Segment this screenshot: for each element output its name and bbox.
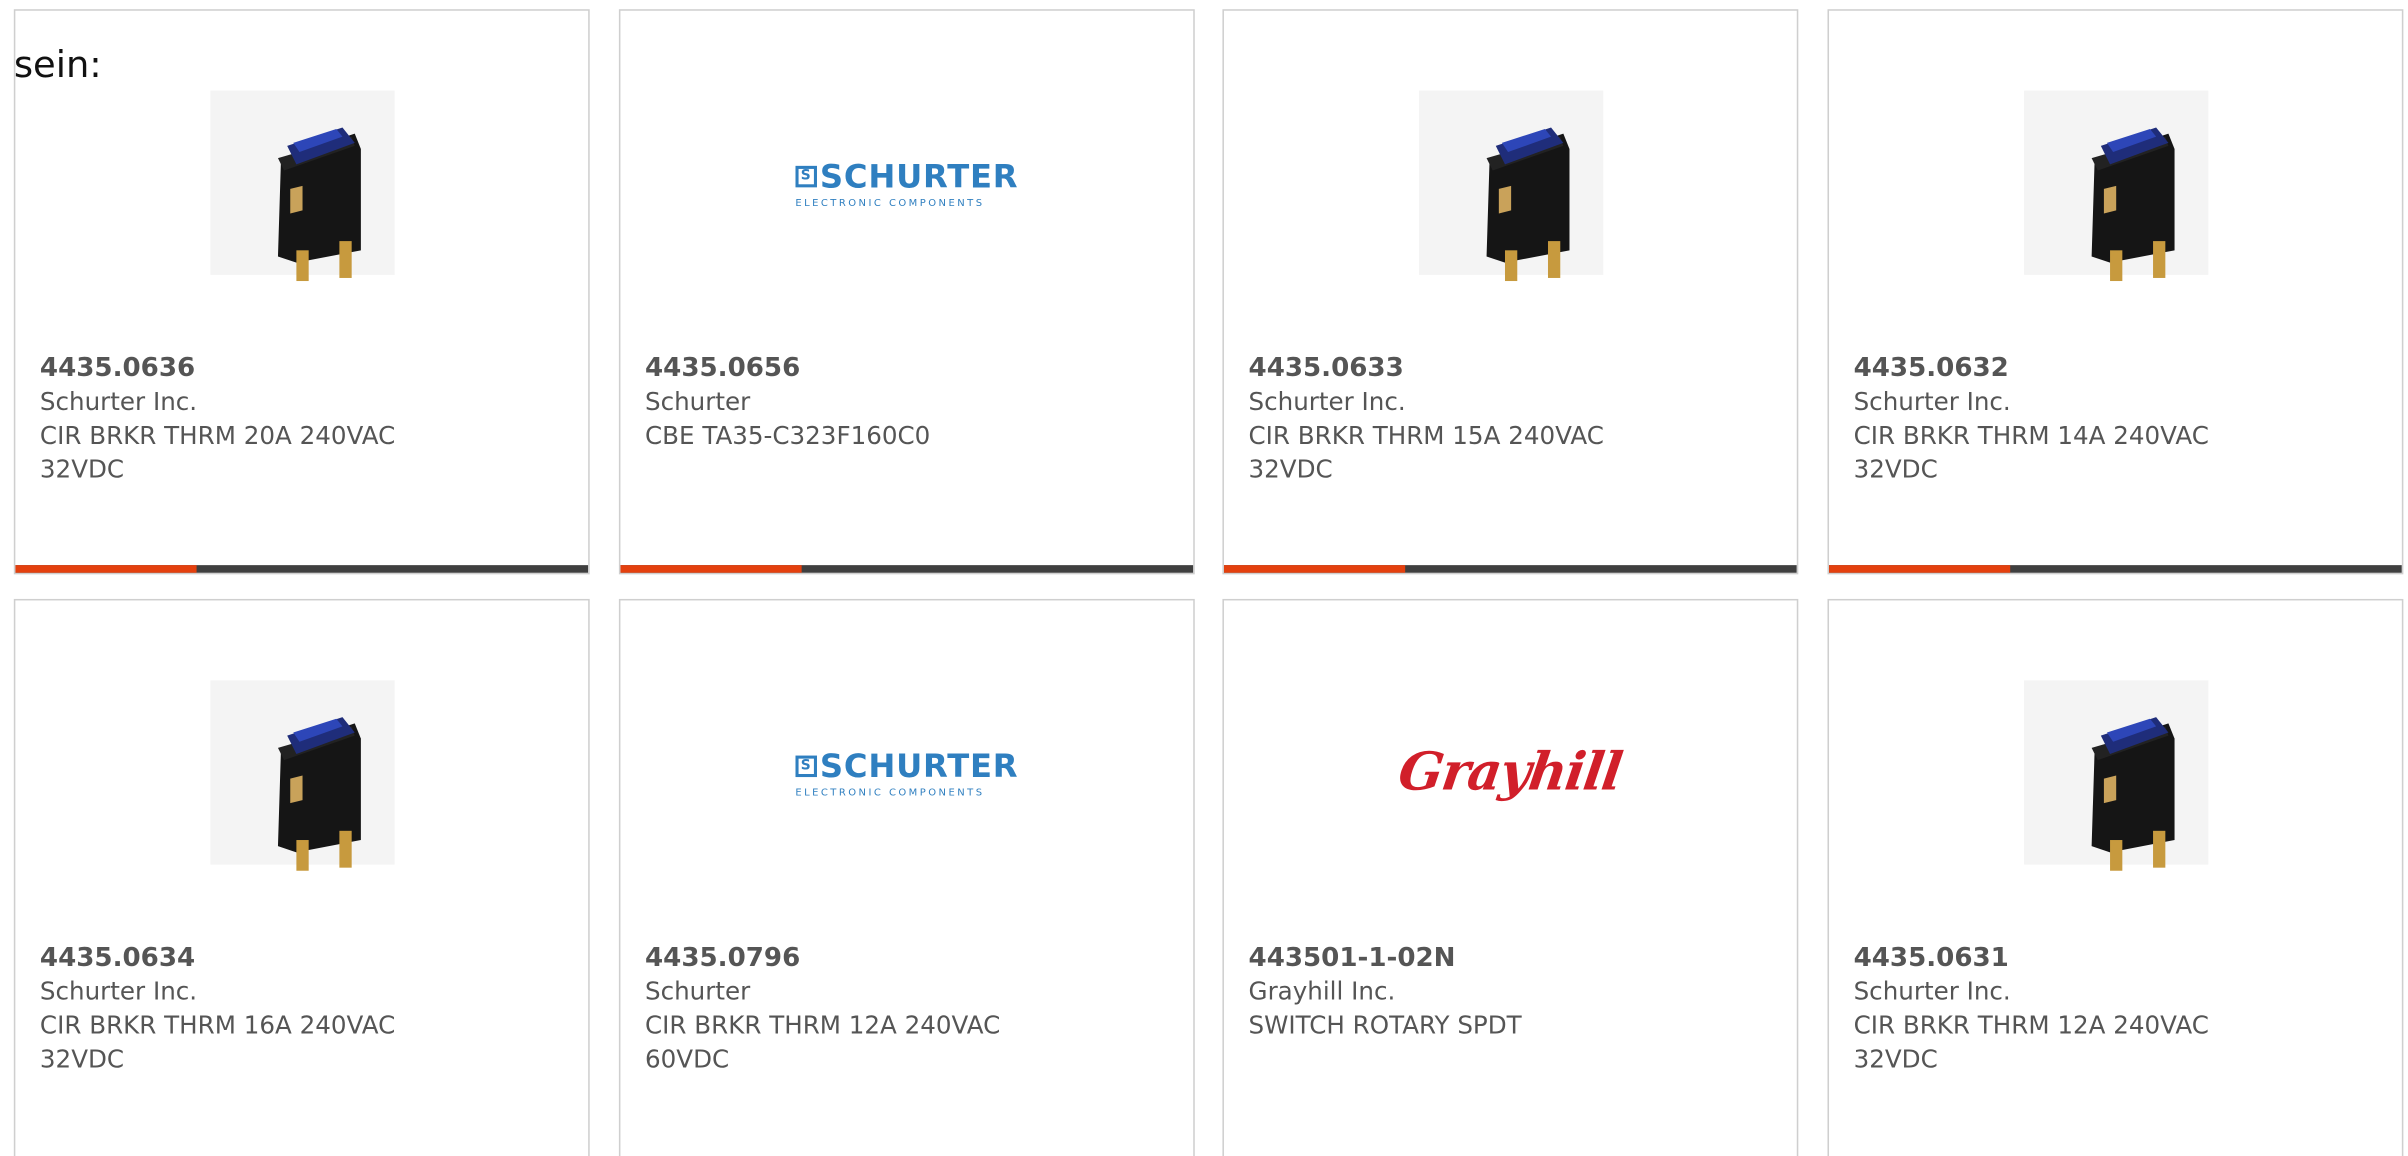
schurter-logo-mark-icon: S <box>795 754 817 777</box>
part-number-link[interactable]: 443501-1-02N <box>1249 941 1773 975</box>
manufacturer-label: Schurter Inc. <box>39 386 198 417</box>
part-number-link[interactable]: 4435.0633 <box>1249 352 1773 386</box>
product-card[interactable]: 4435.0632 Schurter Inc. CIR BRKR THRM 14… <box>1827 9 2404 575</box>
description-label: CIR BRKR THRM 14A 240VAC 32VDC <box>1853 420 2209 484</box>
manufacturer-label: Schurter Inc. <box>1853 976 2011 1006</box>
manufacturer-label: Schurter Inc. <box>1248 386 1406 417</box>
manufacturer-label: Schurter Inc. <box>39 976 198 1006</box>
part-number-link[interactable]: 4435.0631 <box>1854 941 2378 975</box>
part-number-link[interactable]: 4435.0632 <box>1854 352 2378 386</box>
description-label: CIR BRKR THRM 16A 240VAC 32VDC <box>39 1010 396 1074</box>
grayhill-logo-text: Grayhill <box>1395 741 1626 804</box>
product-card[interactable]: S SCHURTER ELECTRONIC COMPONENTS 4435.079… <box>618 598 1195 1156</box>
card-bottom-bar <box>1829 565 2402 573</box>
product-card[interactable]: 4435.0634 Schurter Inc. CIR BRKR THRM 16… <box>13 598 590 1156</box>
schurter-logo[interactable]: S SCHURTER ELECTRONIC COMPONENTS <box>795 671 1018 874</box>
description-label: CIR BRKR THRM 12A 240VAC 32VDC <box>1853 1010 2209 1074</box>
card-bottom-bar <box>1223 565 1797 573</box>
schurter-logo-text: SCHURTER <box>819 157 1019 195</box>
card-accent-bar <box>1829 565 2011 573</box>
rocker-switch-icon[interactable] <box>2014 671 2217 874</box>
schurter-logo-mark-icon: S <box>795 165 817 187</box>
product-card[interactable]: 4435.0636 Schurter Inc. CIR BRKR THRM 20… <box>13 9 590 575</box>
card-accent-bar <box>1223 565 1406 573</box>
part-number-link[interactable]: 4435.0636 <box>40 352 564 386</box>
description-label: CBE TA35-C323F160C0 <box>644 420 931 450</box>
schurter-logo-subtext: ELECTRONIC COMPONENTS <box>795 785 985 798</box>
product-card[interactable]: 4435.0631 Schurter Inc. CIR BRKR THRM 12… <box>1827 598 2404 1156</box>
grayhill-logo[interactable]: Grayhill <box>1395 671 1625 874</box>
manufacturer-label: Schurter Inc. <box>1853 386 2011 417</box>
description-label: SWITCH ROTARY SPDT <box>1248 1010 1522 1040</box>
manufacturer-label: Schurter <box>644 386 751 417</box>
card-bottom-bar <box>620 565 1194 573</box>
card-bottom-bar <box>15 565 589 573</box>
product-card[interactable]: Grayhill 443501-1-02N Grayhill Inc. SWIT… <box>1222 598 1799 1156</box>
manufacturer-label: Grayhill Inc. <box>1248 976 1396 1006</box>
schurter-logo[interactable]: S SCHURTER ELECTRONIC COMPONENTS <box>795 81 1018 284</box>
page-prefix-text: sein: <box>13 42 102 86</box>
description-label: CIR BRKR THRM 12A 240VAC 60VDC <box>644 1010 1001 1074</box>
schurter-logo-text: SCHURTER <box>819 747 1019 784</box>
part-number-link[interactable]: 4435.0656 <box>645 352 1169 386</box>
schurter-logo-subtext: ELECTRONIC COMPONENTS <box>795 195 985 209</box>
card-accent-bar <box>15 565 197 573</box>
description-label: CIR BRKR THRM 20A 240VAC 32VDC <box>39 420 396 484</box>
card-accent-bar <box>620 565 802 573</box>
rocker-switch-icon[interactable] <box>1409 81 1612 284</box>
product-card[interactable]: S SCHURTER ELECTRONIC COMPONENTS 4435.065… <box>618 9 1195 575</box>
manufacturer-label: Schurter <box>644 976 751 1006</box>
product-card[interactable]: 4435.0633 Schurter Inc. CIR BRKR THRM 15… <box>1222 9 1799 575</box>
rocker-switch-icon[interactable] <box>2014 81 2217 284</box>
part-number-link[interactable]: 4435.0796 <box>645 941 1169 975</box>
rocker-switch-icon[interactable] <box>200 671 403 874</box>
rocker-switch-icon[interactable] <box>200 81 403 284</box>
part-number-link[interactable]: 4435.0634 <box>40 941 564 975</box>
description-label: CIR BRKR THRM 15A 240VAC 32VDC <box>1248 420 1604 484</box>
